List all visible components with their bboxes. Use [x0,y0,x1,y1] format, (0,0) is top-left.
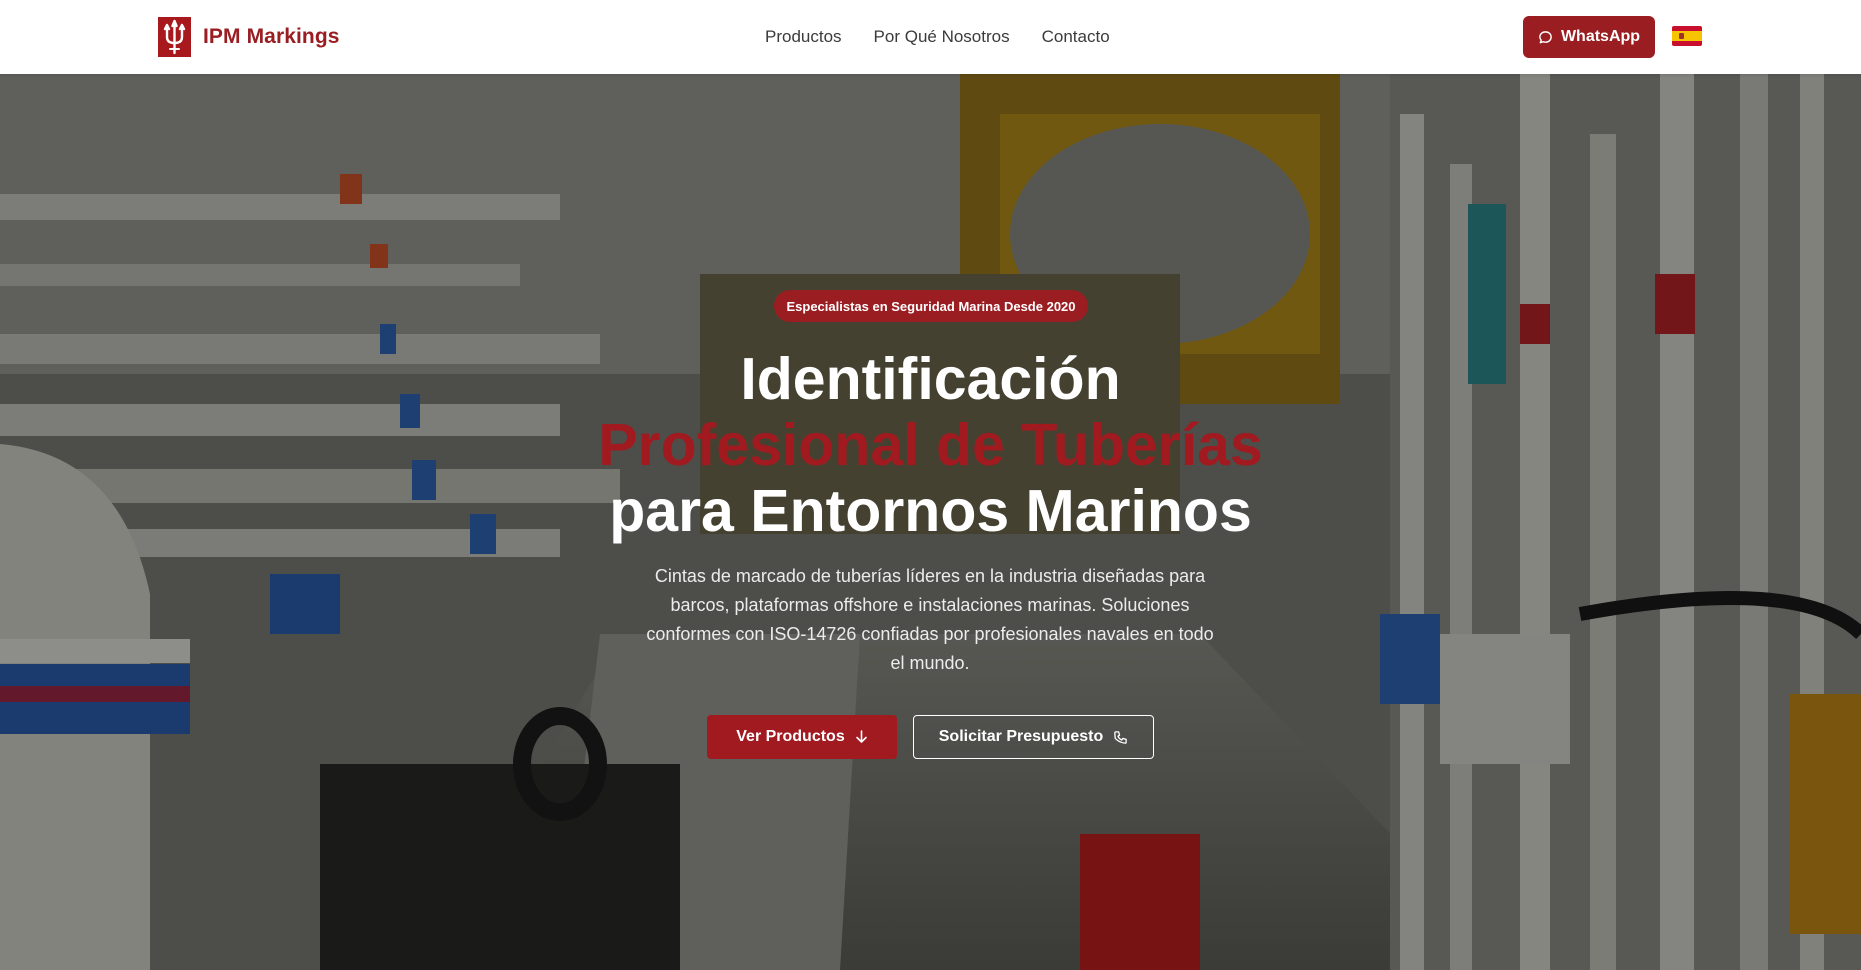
main-nav: Productos Por Qué Nosotros Contacto [765,27,1110,47]
spain-flag-icon[interactable] [1672,26,1702,46]
brand-link[interactable]: IPM Markings [158,17,340,57]
nav-link-por-que-nosotros[interactable]: Por Qué Nosotros [874,27,1010,47]
nav-link-contacto[interactable]: Contacto [1042,27,1110,47]
hero-description: Cintas de marcado de tuberías líderes en… [646,566,1214,673]
brand-name: IPM Markings [203,25,340,48]
nav-link-productos[interactable]: Productos [765,27,842,47]
hero-title-line-1: Identificación [740,346,1121,412]
hero-badge: Especialistas en Seguridad Marina Desde … [774,290,1088,322]
solicitar-presupuesto-label: Solicitar Presupuesto [938,728,1104,745]
hero-content: Especialistas en Seguridad Marina Desde … [0,74,1861,970]
ver-productos-button[interactable]: Ver Productos [707,715,897,759]
hero-section: Especialistas en Seguridad Marina Desde … [0,74,1861,970]
phone-icon [1114,730,1128,744]
solicitar-presupuesto-button[interactable]: Solicitar Presupuesto [913,715,1154,759]
trident-icon [158,17,191,57]
whatsapp-label: WhatsApp [1560,28,1641,45]
hero-title-line-2: Profesional de Tuberías [598,412,1263,478]
ver-productos-label: Ver Productos [736,728,845,745]
hero-title-line-3: para Entornos Marinos [609,478,1252,544]
whatsapp-button[interactable]: WhatsApp [1523,16,1655,58]
arrow-down-icon [855,730,867,743]
site-header: IPM Markings Productos Por Qué Nosotros … [0,0,1861,74]
chat-bubble-icon [1539,30,1552,43]
